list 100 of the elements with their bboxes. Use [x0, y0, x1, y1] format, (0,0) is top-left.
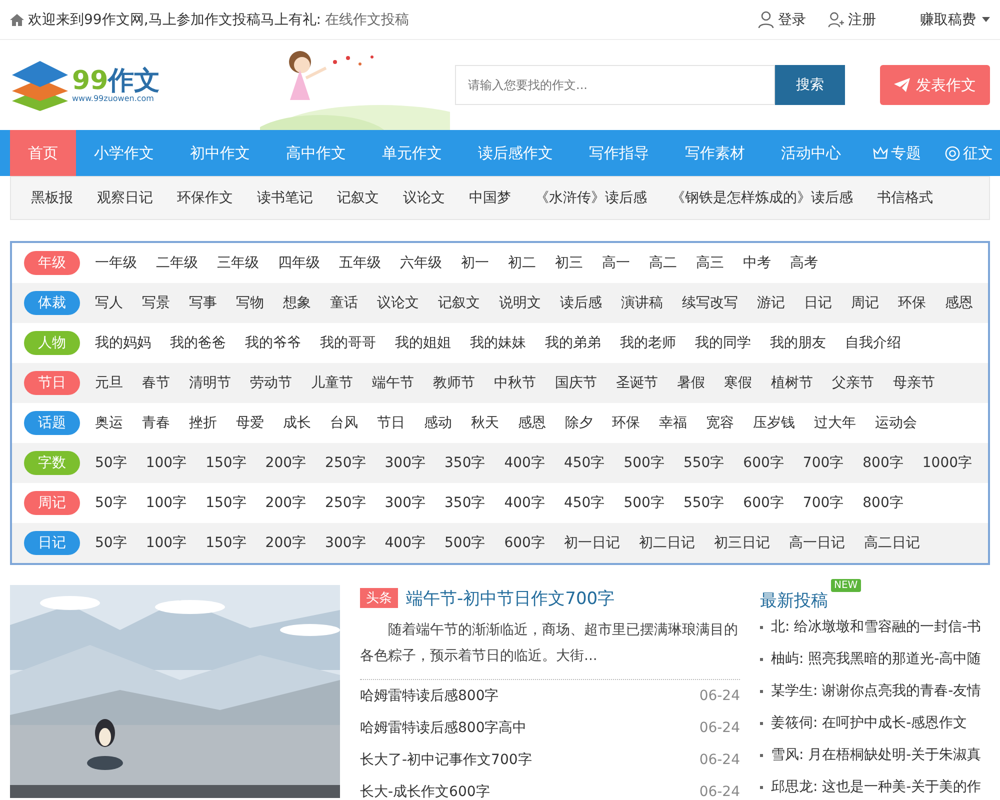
- category-link[interactable]: 寒假: [724, 374, 752, 392]
- category-link[interactable]: 我的姐姐: [395, 334, 451, 352]
- subnav-link[interactable]: 读书笔记: [257, 189, 313, 207]
- category-link[interactable]: 奥运: [95, 414, 123, 432]
- search-field[interactable]: 请输入您要找的作文...: [455, 65, 775, 105]
- category-link[interactable]: 800字: [862, 494, 904, 512]
- category-link[interactable]: 600字: [743, 454, 784, 472]
- category-link[interactable]: 高一: [602, 254, 630, 272]
- category-link[interactable]: 100字: [146, 534, 187, 552]
- subnav-link[interactable]: 环保作文: [177, 189, 233, 207]
- category-link[interactable]: 700字: [802, 454, 844, 472]
- article-link[interactable]: 长大了-初中记事作文700字: [360, 751, 532, 769]
- category-link[interactable]: 清明节: [189, 374, 231, 392]
- category-link[interactable]: 我的弟弟: [545, 334, 601, 352]
- latest-link[interactable]: 姜筱伺: 在呵护中成长-感恩作文: [771, 714, 968, 732]
- category-link[interactable]: 暑假: [677, 374, 705, 392]
- category-link[interactable]: 150字: [206, 494, 246, 512]
- latest-link[interactable]: 某学生: 谢谢你点亮我的青春-友情: [771, 682, 982, 700]
- category-link[interactable]: 400字: [504, 494, 545, 512]
- home-icon[interactable]: [10, 14, 24, 26]
- submit-link[interactable]: 在线作文投稿: [324, 10, 409, 28]
- category-link[interactable]: 植树节: [771, 374, 813, 392]
- category-link[interactable]: 压岁钱: [753, 414, 795, 432]
- latest-link[interactable]: 邱思龙: 这也是一种美-关于美的作: [771, 778, 982, 796]
- category-link[interactable]: 450字: [564, 494, 605, 512]
- category-link[interactable]: 除夕: [565, 414, 593, 432]
- category-link[interactable]: 150字: [206, 534, 246, 552]
- category-link[interactable]: 我的爷爷: [245, 334, 301, 352]
- add-user-icon[interactable]: [828, 10, 844, 28]
- subnav-link[interactable]: 观察日记: [97, 189, 153, 207]
- category-link[interactable]: 200字: [265, 494, 306, 512]
- category-link[interactable]: 说明文: [499, 294, 541, 312]
- category-link[interactable]: 台风: [330, 414, 358, 432]
- category-link[interactable]: 500字: [624, 454, 664, 472]
- category-link[interactable]: 600字: [504, 534, 545, 552]
- category-link[interactable]: 我的爸爸: [170, 334, 226, 352]
- category-link[interactable]: 250字: [325, 494, 366, 512]
- category-link[interactable]: 写物: [236, 294, 264, 312]
- category-link[interactable]: 我的同学: [695, 334, 751, 352]
- category-link[interactable]: 一年级: [95, 254, 137, 272]
- logo-icon[interactable]: [10, 59, 70, 111]
- category-link[interactable]: 六年级: [400, 254, 442, 272]
- subnav-link[interactable]: 《钢铁是怎样炼成的》读后感: [671, 189, 853, 207]
- category-link[interactable]: 我的妹妹: [470, 334, 526, 352]
- user-icon[interactable]: [758, 10, 774, 28]
- category-link[interactable]: 高三: [696, 254, 724, 272]
- login-link[interactable]: 登录: [778, 10, 806, 28]
- category-link[interactable]: 春节: [142, 374, 170, 392]
- category-link[interactable]: 我的朋友: [770, 334, 826, 352]
- category-link[interactable]: 宽容: [706, 414, 734, 432]
- category-link[interactable]: 记叙文: [438, 294, 480, 312]
- category-link[interactable]: 劳动节: [250, 374, 292, 392]
- category-link[interactable]: 想象: [283, 294, 311, 312]
- category-link[interactable]: 父亲节: [832, 374, 874, 392]
- category-link[interactable]: 秋天: [471, 414, 499, 432]
- category-link[interactable]: 初二: [508, 254, 536, 272]
- category-link[interactable]: 800字: [862, 454, 904, 472]
- category-link[interactable]: 550字: [683, 454, 724, 472]
- category-link[interactable]: 250字: [325, 454, 366, 472]
- article-link[interactable]: 哈姆雷特读后感800字: [360, 687, 499, 705]
- category-link[interactable]: 初一日记: [564, 534, 620, 552]
- category-link[interactable]: 国庆节: [555, 374, 597, 392]
- article-link[interactable]: 哈姆雷特读后感800字高中: [360, 719, 527, 737]
- category-link[interactable]: 运动会: [875, 414, 917, 432]
- category-link[interactable]: 教师节: [433, 374, 475, 392]
- category-link[interactable]: 挫折: [189, 414, 217, 432]
- category-link[interactable]: 过大年: [814, 414, 856, 432]
- subnav-link[interactable]: 中国梦: [469, 189, 511, 207]
- category-link[interactable]: 700字: [802, 494, 844, 512]
- category-link[interactable]: 高一日记: [788, 534, 845, 552]
- headline-title[interactable]: 端午节-初中节日作文700字: [406, 586, 615, 610]
- category-link[interactable]: 写人: [95, 294, 123, 312]
- search-button[interactable]: 搜索: [775, 65, 845, 105]
- category-link[interactable]: 50字: [95, 534, 127, 552]
- category-link[interactable]: 200字: [265, 454, 306, 472]
- category-link[interactable]: 母爱: [236, 414, 264, 432]
- category-link[interactable]: 50字: [95, 494, 127, 512]
- subnav-link[interactable]: 书信格式: [877, 189, 933, 207]
- category-link[interactable]: 日记: [804, 294, 832, 312]
- category-link[interactable]: 300字: [384, 494, 426, 512]
- category-link[interactable]: 游记: [757, 294, 785, 312]
- category-link[interactable]: 初三: [555, 254, 583, 272]
- category-link[interactable]: 初一: [461, 254, 489, 272]
- category-link[interactable]: 写景: [142, 294, 170, 312]
- category-link[interactable]: 演讲稿: [621, 294, 663, 312]
- subnav-link[interactable]: 议论文: [403, 189, 445, 207]
- subnav-link[interactable]: 黑板报: [31, 189, 73, 207]
- category-link[interactable]: 五年级: [339, 254, 381, 272]
- category-link[interactable]: 儿童节: [311, 374, 353, 392]
- category-link[interactable]: 节日: [377, 414, 405, 432]
- category-link[interactable]: 350字: [444, 454, 486, 472]
- category-link[interactable]: 读后感: [560, 294, 602, 312]
- category-link[interactable]: 初二日记: [638, 534, 695, 552]
- category-link[interactable]: 50字: [95, 454, 127, 472]
- category-link[interactable]: 400字: [504, 454, 545, 472]
- category-link[interactable]: 100字: [146, 494, 187, 512]
- category-link[interactable]: 中秋节: [494, 374, 536, 392]
- category-link[interactable]: 200字: [265, 534, 306, 552]
- category-link[interactable]: 500字: [624, 494, 664, 512]
- earn-dropdown[interactable]: 赚取稿费: [920, 10, 990, 28]
